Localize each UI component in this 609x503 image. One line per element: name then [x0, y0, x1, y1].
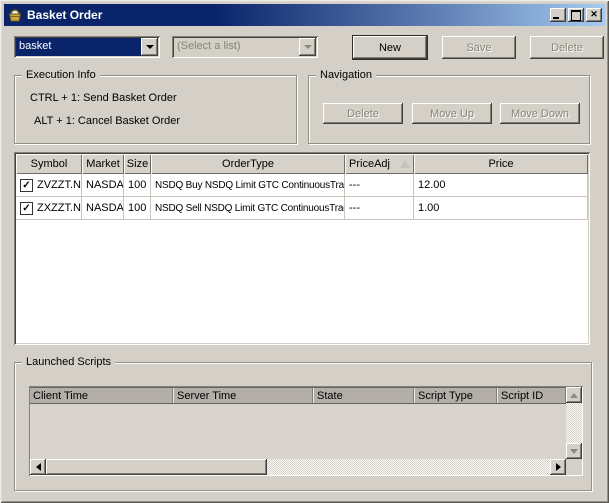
market-cell: NASDAQ: [82, 174, 124, 196]
price-cell: 1.00: [414, 197, 588, 219]
ordertype-cell: NSDQ Buy NSDQ Limit GTC ContinuousTradi.…: [151, 174, 345, 196]
column-header-symbol[interactable]: Symbol: [16, 154, 82, 174]
navigation-title: Navigation: [316, 69, 376, 81]
column-header-priceadj[interactable]: PriceAdj: [345, 154, 414, 174]
column-header-server-time[interactable]: Server Time: [173, 388, 313, 403]
symbol-cell: ✓ ZVZZT.NQ: [16, 174, 82, 196]
scroll-up-icon[interactable]: [566, 387, 582, 403]
new-button[interactable]: New: [353, 36, 427, 59]
cancel-basket-hint: ALT + 1: Cancel Basket Order: [34, 115, 180, 127]
orders-table: Symbol Market Size OrderType PriceAdj Pr…: [14, 152, 590, 345]
delete-button[interactable]: Delete: [530, 36, 604, 59]
scroll-right-icon[interactable]: [550, 459, 566, 475]
column-header-state[interactable]: State: [313, 388, 414, 403]
size-cell: 100: [124, 174, 151, 196]
symbol-text: ZVZZT.NQ: [37, 179, 82, 191]
navigation-group: Navigation Delete Move Up Move Down: [308, 75, 590, 144]
market-cell: NASDAQ: [82, 197, 124, 219]
send-basket-hint: CTRL + 1: Send Basket Order: [30, 92, 177, 104]
move-down-button[interactable]: Move Down: [500, 103, 580, 124]
move-up-button[interactable]: Move Up: [412, 103, 492, 124]
basket-icon: [7, 7, 23, 23]
execution-info-group: Execution Info CTRL + 1: Send Basket Ord…: [14, 75, 297, 144]
window-title: Basket Order: [27, 8, 102, 22]
window-controls: [548, 8, 602, 22]
basket-combo-value: basket: [16, 38, 141, 56]
vertical-scrollbar[interactable]: [566, 387, 582, 459]
column-header-size[interactable]: Size: [124, 154, 151, 174]
row-checkbox-checked[interactable]: ✓: [20, 179, 33, 192]
horizontal-scrollbar[interactable]: [30, 459, 566, 475]
sort-ascending-icon: [400, 160, 410, 168]
order-row[interactable]: ✓ ZXZZT.NQ NASDAQ 100 NSDQ Sell NSDQ Lim…: [16, 197, 588, 220]
save-button[interactable]: Save: [442, 36, 516, 59]
basket-order-window: Basket Order basket (Select a list) New …: [0, 0, 609, 503]
price-cell: 12.00: [414, 174, 588, 196]
scrollbar-corner: [566, 459, 582, 475]
minimize-button[interactable]: [550, 8, 566, 22]
column-header-price[interactable]: Price: [414, 154, 588, 174]
execution-info-title: Execution Info: [22, 69, 100, 81]
chevron-down-icon[interactable]: [141, 38, 158, 56]
priceadj-cell: ---: [345, 174, 414, 196]
close-button[interactable]: [586, 8, 602, 22]
launched-scripts-title: Launched Scripts: [22, 356, 115, 368]
scroll-down-icon[interactable]: [566, 443, 582, 459]
list-combo[interactable]: (Select a list): [172, 36, 318, 58]
launched-scripts-table: Client Time Server Time State Script Typ…: [29, 386, 583, 476]
symbol-cell: ✓ ZXZZT.NQ: [16, 197, 82, 219]
basket-combo[interactable]: basket: [14, 36, 160, 58]
row-checkbox-checked[interactable]: ✓: [20, 202, 33, 215]
size-cell: 100: [124, 197, 151, 219]
order-row[interactable]: ✓ ZVZZT.NQ NASDAQ 100 NSDQ Buy NSDQ Limi…: [16, 174, 588, 197]
symbol-text: ZXZZT.NQ: [37, 202, 82, 214]
column-header-client-time[interactable]: Client Time: [30, 388, 173, 403]
column-header-script-id[interactable]: Script ID: [497, 388, 566, 403]
priceadj-cell: ---: [345, 197, 414, 219]
orders-table-header: Symbol Market Size OrderType PriceAdj Pr…: [16, 154, 588, 174]
scroll-left-icon[interactable]: [30, 459, 46, 475]
scripts-table-header: Client Time Server Time State Script Typ…: [30, 387, 566, 404]
column-header-script-type[interactable]: Script Type: [414, 388, 497, 403]
column-header-market[interactable]: Market: [82, 154, 124, 174]
titlebar: Basket Order: [4, 4, 605, 26]
ordertype-cell: NSDQ Sell NSDQ Limit GTC ContinuousTradi…: [151, 197, 345, 219]
list-combo-value: (Select a list): [174, 38, 299, 56]
chevron-down-icon: [299, 38, 316, 56]
nav-delete-button[interactable]: Delete: [323, 103, 403, 124]
column-header-priceadj-label: PriceAdj: [349, 158, 390, 170]
maximize-button[interactable]: [568, 8, 584, 22]
column-header-ordertype[interactable]: OrderType: [151, 154, 345, 174]
horizontal-scrollbar-thumb[interactable]: [46, 459, 267, 475]
launched-scripts-group: Launched Scripts Client Time Server Time…: [14, 362, 592, 491]
